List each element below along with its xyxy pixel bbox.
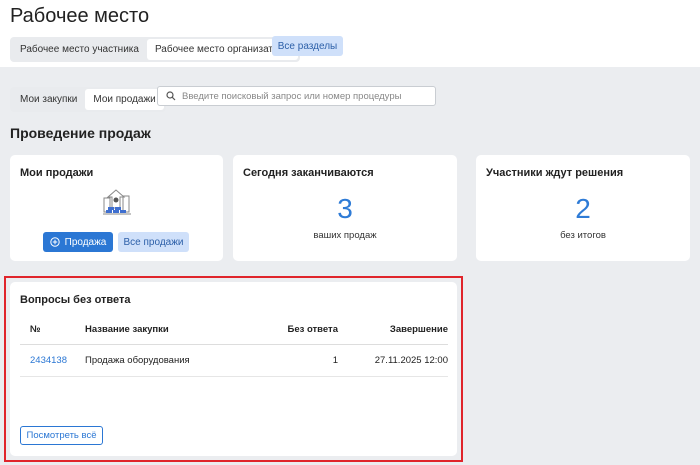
tab-my-purchases[interactable]: Мои закупки <box>12 89 85 110</box>
sales-illustration-icon <box>103 189 131 215</box>
header: Рабочее место Рабочее место участника Ра… <box>0 0 700 67</box>
card-title: Участники ждут решения <box>486 167 624 179</box>
ending-count: 3 <box>337 193 353 224</box>
new-sale-button[interactable]: Продажа <box>43 232 113 252</box>
highlight-frame <box>4 276 463 462</box>
ending-today-card[interactable]: Сегодня заканчиваются 3 ваших продаж <box>233 155 457 261</box>
search-input[interactable]: Введите поисковый запрос или номер проце… <box>157 86 436 106</box>
awaiting-count: 2 <box>575 193 591 224</box>
page-title: Рабочее место <box>10 5 150 27</box>
search-icon <box>166 91 176 101</box>
all-sections-button[interactable]: Все разделы <box>272 36 343 56</box>
awaiting-caption: без итогов <box>560 230 606 241</box>
new-sale-label: Продажа <box>64 236 107 248</box>
all-sales-button[interactable]: Все продажи <box>118 232 189 252</box>
search-placeholder: Введите поисковый запрос или номер проце… <box>182 90 402 102</box>
my-sales-card: Мои продажи Продажа Все продажи <box>10 155 223 261</box>
mode-switch: Мои закупки Мои продажи <box>10 87 166 112</box>
awaiting-decision-card[interactable]: Участники ждут решения 2 без итогов <box>476 155 690 261</box>
tab-my-sales[interactable]: Мои продажи <box>85 89 164 110</box>
tab-participant[interactable]: Рабочее место участника <box>12 39 147 60</box>
section-title: Проведение продаж <box>10 125 151 141</box>
card-title: Мои продажи <box>20 167 94 179</box>
workspace-switch: Рабочее место участника Рабочее место ор… <box>10 37 300 62</box>
ending-caption: ваших продаж <box>313 230 377 241</box>
card-title: Сегодня заканчиваются <box>243 167 374 179</box>
plus-circle-icon <box>49 237 60 247</box>
